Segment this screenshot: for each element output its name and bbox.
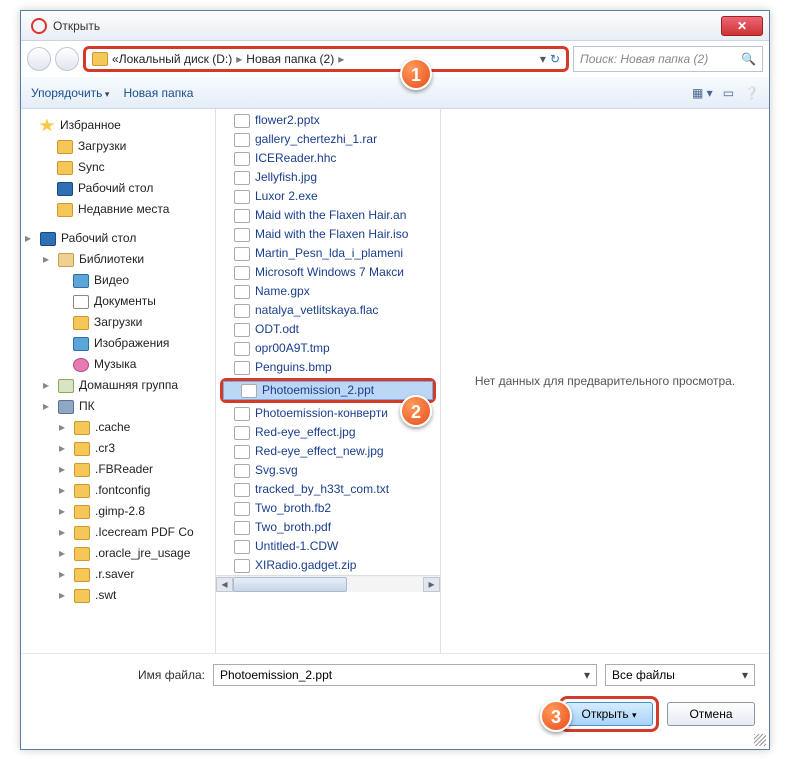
file-item[interactable]: gallery_chertezhi_1.rar [216,130,440,149]
nav-favorites[interactable]: Избранное [21,115,215,136]
file-type-filter[interactable]: Все файлы [605,664,755,686]
search-placeholder: Поиск: Новая папка (2) [580,52,708,66]
file-item[interactable]: Jellyfish.jpg [216,168,440,187]
nav-folder[interactable]: ▸.FBReader [21,459,215,480]
nav-row: « Локальный диск (D:) ▸ Новая папка (2) … [21,41,769,77]
file-item[interactable]: Two_broth.fb2 [216,499,440,518]
open-dialog: Открыть ✕ « Локальный диск (D:) ▸ Новая … [20,10,770,750]
breadcrumb-1[interactable]: Локальный диск (D:) [119,52,233,66]
nav-folder[interactable]: ▸.fontconfig [21,480,215,501]
nav-tree[interactable]: Избранное Загрузки Sync Рабочий стол Нед… [21,109,216,653]
nav-desktop[interactable]: Рабочий стол [21,178,215,199]
filename-label: Имя файла: [35,668,205,682]
nav-documents[interactable]: Документы [21,291,215,312]
file-list[interactable]: flower2.pptxgallery_chertezhi_1.rarICERe… [216,109,441,653]
filename-input[interactable]: Photoemission_2.ppt [213,664,597,686]
nav-folder[interactable]: ▸.cache [21,417,215,438]
file-item[interactable]: Luxor 2.exe [216,187,440,206]
file-item[interactable]: ODT.odt [216,320,440,339]
nav-pc[interactable]: ▸ПК [21,396,215,417]
scroll-right[interactable]: ▸ [423,577,440,592]
search-input[interactable]: Поиск: Новая папка (2) 🔍 [573,46,763,72]
nav-libraries[interactable]: ▸Библиотеки [21,249,215,270]
h-scrollbar[interactable]: ◂ ▸ [216,575,440,592]
file-item[interactable]: Untitled-1.CDW [216,537,440,556]
help-icon[interactable]: ❔ [744,86,759,100]
file-item[interactable]: ICEReader.hhc [216,149,440,168]
dropdown-icon[interactable]: ▾ [540,52,546,66]
preview-empty-text: Нет данных для предварительного просмотр… [475,374,735,388]
file-item[interactable]: Two_broth.pdf [216,518,440,537]
address-bar[interactable]: « Локальный диск (D:) ▸ Новая папка (2) … [83,46,569,72]
nav-folder[interactable]: ▸.swt [21,585,215,606]
file-item[interactable]: Penguins.bmp [216,358,440,377]
view-mode-button[interactable]: ▦ ▾ [692,86,713,100]
nav-folder[interactable]: ▸.cr3 [21,438,215,459]
refresh-icon[interactable]: ↻ [550,52,560,66]
annotation-marker-2: 2 [400,395,432,427]
open-button[interactable]: Открыть ▾ [565,702,653,726]
file-item[interactable]: Name.gpx [216,282,440,301]
bottom-panel: Имя файла: Photoemission_2.ppt Все файлы… [21,653,769,742]
window-title: Открыть [53,19,721,33]
breadcrumb-sep: « [112,52,119,66]
resize-grip[interactable] [754,734,766,746]
file-item[interactable]: Svg.svg [216,461,440,480]
breadcrumb-2[interactable]: Новая папка (2) [246,52,334,66]
file-item[interactable]: Maid with the Flaxen Hair.an [216,206,440,225]
file-item[interactable]: Microsoft Windows 7 Макси [216,263,440,282]
file-item-selected[interactable]: Photoemission_2.ppt [223,381,433,400]
file-item[interactable]: natalya_vetlitskaya.flac [216,301,440,320]
file-item[interactable]: opr00A9T.tmp [216,339,440,358]
nav-music[interactable]: Музыка [21,354,215,375]
folder-icon [92,52,108,66]
forward-button[interactable] [55,47,79,71]
annotation-marker-1: 1 [400,58,432,90]
open-button-highlight: Открыть ▾ [559,696,659,732]
close-button[interactable]: ✕ [721,16,763,36]
file-item[interactable]: tracked_by_h33t_com.txt [216,480,440,499]
annotation-marker-3: 3 [540,700,572,732]
nav-folder[interactable]: ▸.oracle_jre_usage [21,543,215,564]
search-icon: 🔍 [741,52,756,66]
scroll-left[interactable]: ◂ [216,577,233,592]
file-item[interactable]: Red-eye_effect.jpg [216,423,440,442]
nav-pictures[interactable]: Изображения [21,333,215,354]
file-item[interactable]: Maid with the Flaxen Hair.iso [216,225,440,244]
cancel-button[interactable]: Отмена [667,702,755,726]
nav-folder[interactable]: ▸.r.saver [21,564,215,585]
nav-downloads2[interactable]: Загрузки [21,312,215,333]
nav-videos[interactable]: Видео [21,270,215,291]
scroll-thumb[interactable] [233,577,347,592]
preview-pane-button[interactable]: ▭ [723,86,734,100]
organize-menu[interactable]: Упорядочить [31,86,109,100]
nav-sync[interactable]: Sync [21,157,215,178]
new-folder-button[interactable]: Новая папка [123,86,193,100]
nav-folder[interactable]: ▸.Icecream PDF Co [21,522,215,543]
nav-downloads[interactable]: Загрузки [21,136,215,157]
toolbar: Упорядочить Новая папка ▦ ▾ ▭ ❔ [21,77,769,109]
nav-folder[interactable]: ▸.gimp-2.8 [21,501,215,522]
opera-icon [31,18,47,34]
file-item[interactable]: flower2.pptx [216,111,440,130]
titlebar: Открыть ✕ [21,11,769,41]
chevron-right-icon[interactable]: ▸ [338,52,344,66]
chevron-right-icon[interactable]: ▸ [236,52,242,66]
file-item[interactable]: Red-eye_effect_new.jpg [216,442,440,461]
nav-homegroup[interactable]: ▸Домашняя группа [21,375,215,396]
nav-recent[interactable]: Недавние места [21,199,215,220]
file-item[interactable]: XIRadio.gadget.zip [216,556,440,575]
back-button[interactable] [27,47,51,71]
preview-pane: Нет данных для предварительного просмотр… [441,109,769,653]
nav-desktop-root[interactable]: ▸Рабочий стол [21,228,215,249]
file-item[interactable]: Martin_Pesn_lda_i_plameni [216,244,440,263]
